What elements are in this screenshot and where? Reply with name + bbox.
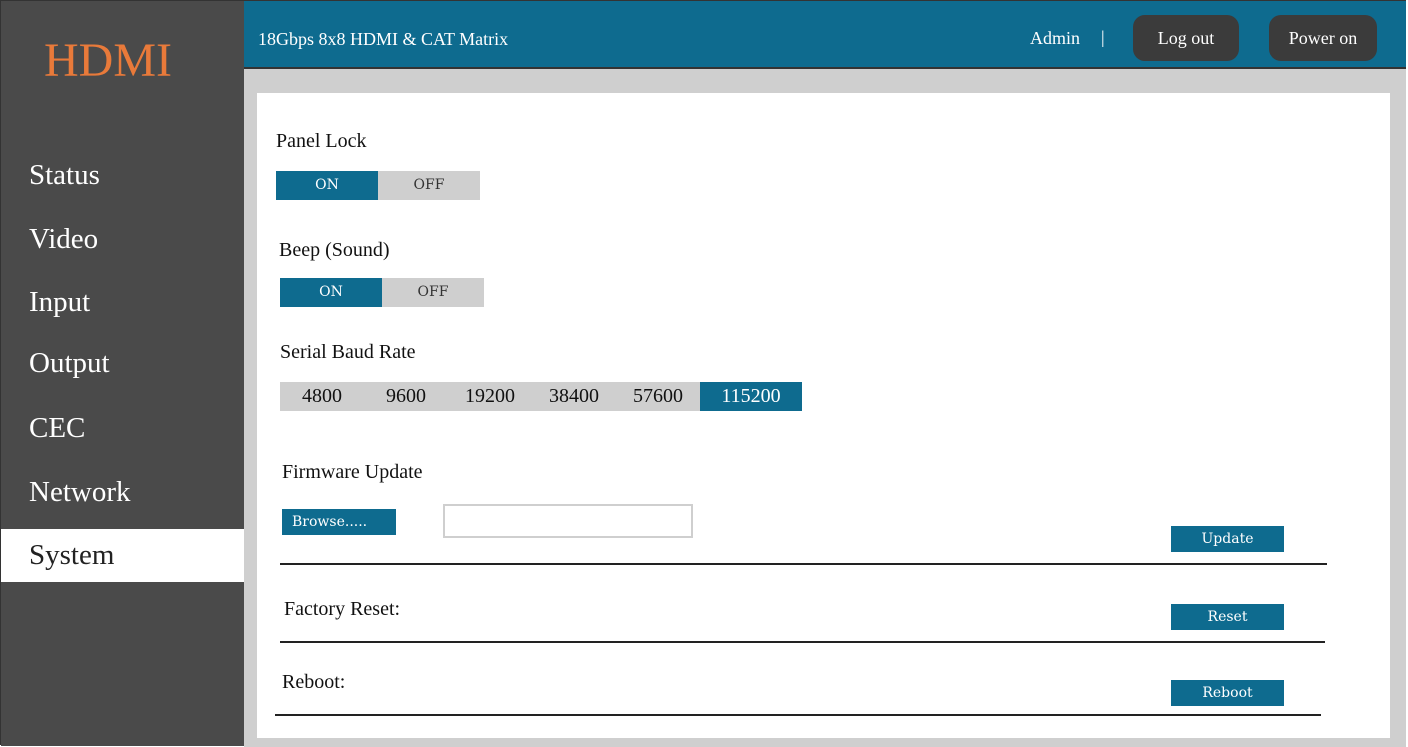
sidebar-item-status[interactable]: Status [1,149,244,202]
firmware-update-label: Firmware Update [282,461,423,483]
divider [280,563,1327,565]
sidebar-item-cec[interactable]: CEC [1,402,244,455]
sidebar-item-system[interactable]: System [1,529,244,582]
sidebar: HDMI Status Video Input Output CEC Netwo… [1,1,244,746]
reboot-label: Reboot: [282,671,346,693]
beep-on-button[interactable]: ON [280,278,382,307]
baud-option-57600[interactable]: 57600 [616,382,700,411]
panel-lock-off-button[interactable]: OFF [378,171,480,200]
baud-option-9600[interactable]: 9600 [364,382,448,411]
factory-reset-label: Factory Reset: [284,598,401,620]
panel-lock-label: Panel Lock [276,130,367,152]
baud-option-38400[interactable]: 38400 [532,382,616,411]
divider [280,641,1325,643]
logout-button[interactable]: Log out [1133,15,1239,61]
sidebar-item-video[interactable]: Video [1,213,244,266]
user-label: Admin [1030,28,1081,48]
browse-button[interactable]: Browse..... [282,509,396,535]
firmware-file-field[interactable] [443,504,693,538]
baud-option-19200[interactable]: 19200 [448,382,532,411]
sidebar-item-output[interactable]: Output [1,337,244,390]
baud-rate-selector: 4800 9600 19200 38400 57600 115200 [280,382,802,411]
sidebar-item-network[interactable]: Network [1,466,244,519]
reboot-button[interactable]: Reboot [1171,680,1284,706]
baud-option-4800[interactable]: 4800 [280,382,364,411]
divider [275,714,1321,716]
reset-button[interactable]: Reset [1171,604,1284,630]
sidebar-item-input[interactable]: Input [1,276,244,329]
power-button[interactable]: Power on [1269,15,1377,61]
beep-off-button[interactable]: OFF [382,278,484,307]
app-title: 18Gbps 8x8 HDMI & CAT Matrix [258,29,509,49]
logo: HDMI [44,34,172,87]
header-separator: | [1101,27,1105,47]
beep-label: Beep (Sound) [279,239,390,261]
baud-rate-label: Serial Baud Rate [280,341,416,363]
beep-toggle: ON OFF [280,278,484,307]
panel-lock-on-button[interactable]: ON [276,171,378,200]
baud-option-115200[interactable]: 115200 [700,382,802,411]
update-button[interactable]: Update [1171,526,1284,552]
panel-lock-toggle: ON OFF [276,171,480,200]
header-bar: 18Gbps 8x8 HDMI & CAT Matrix Admin | Log… [244,1,1406,69]
